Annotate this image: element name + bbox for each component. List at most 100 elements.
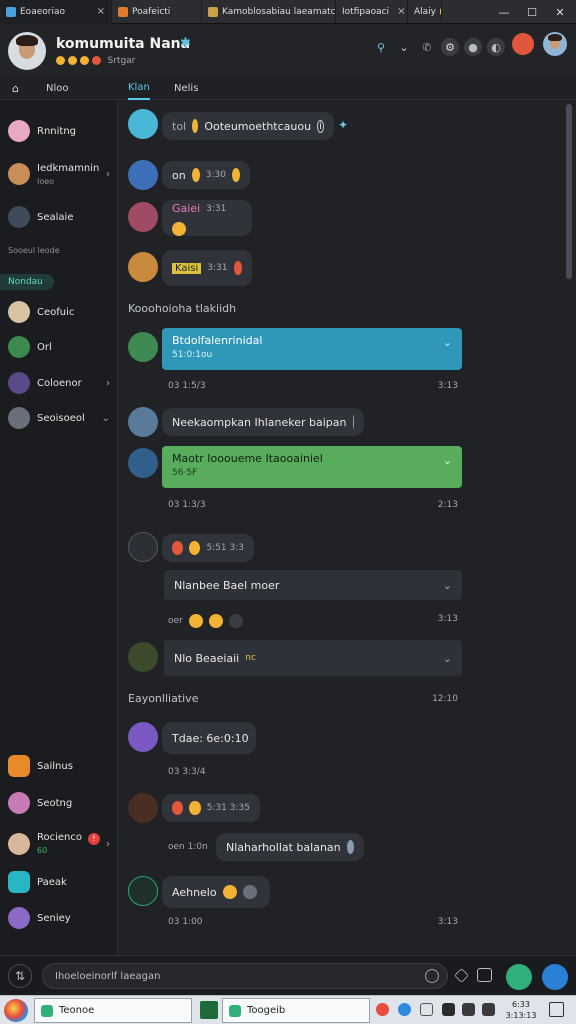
network-icon[interactable] [462, 1003, 475, 1016]
browser-tab[interactable]: Eoaeoriao × [0, 0, 112, 24]
message-avatar[interactable] [128, 876, 158, 906]
home-icon[interactable]: ⌂ [12, 76, 19, 100]
sidebar-item-ceofuic[interactable]: Ceofuic [0, 296, 118, 328]
tab-close-icon[interactable]: × [393, 6, 405, 17]
sidebar-item-rnnitng[interactable]: Rnnitng [0, 115, 118, 147]
message-bubble[interactable]: Tdae: 6e:0:10 [162, 722, 256, 754]
window-maximize-button[interactable]: ☐ [520, 0, 544, 24]
tab-close-icon[interactable]: × [93, 6, 105, 17]
sidebar-item-orl[interactable]: Orl [0, 331, 118, 363]
chevron-down-icon[interactable]: ⌄ [102, 413, 110, 424]
status-icon[interactable]: ● [464, 38, 482, 56]
system-clock[interactable]: 6:33 3:13:13 [500, 999, 542, 1021]
sidebar-item-seoisoeol[interactable]: Seoisoeol ⌄ [0, 402, 118, 434]
browser-tab[interactable]: Poafeicti [112, 0, 202, 24]
info-icon[interactable]: i [317, 119, 324, 133]
profile-avatar[interactable] [8, 32, 46, 70]
message-bubble[interactable]: Kaisi 3:31 [162, 250, 252, 286]
sidebar-item-coloenor[interactable]: Coloenor › [0, 367, 118, 399]
sidebar-item-rocienco[interactable]: Rocienco 60 ! › [0, 828, 118, 860]
pinned-message[interactable]: tol Ooteumoethtcauou i [162, 112, 334, 140]
message-avatar[interactable] [128, 532, 158, 562]
message-avatar[interactable] [128, 407, 158, 437]
nav-tab-nelis[interactable]: Nelis [174, 76, 198, 100]
message-input[interactable]: Ihoeloeinorlf laeagan [42, 963, 448, 989]
game-icon[interactable] [442, 1003, 455, 1016]
chevron-right-icon[interactable]: › [106, 378, 110, 389]
emoji-icon [233, 261, 242, 275]
sidebar-item-iedkmamnin[interactable]: Iedkmamnin Ioeo › [0, 158, 118, 190]
message-bubble[interactable]: Aehnelo [162, 876, 270, 908]
sidebar-item-seotng[interactable]: Seotng [0, 787, 118, 819]
highlight-message[interactable]: Nlo Beaeiaii nc ⌄ [164, 640, 462, 676]
sidebar-item-sealaie[interactable]: Sealaie [0, 201, 118, 233]
sidebar-section-tag[interactable]: Nondau [0, 274, 54, 290]
pin-icon[interactable]: ✦ [338, 118, 348, 132]
menu-icon[interactable]: ◐ [487, 38, 505, 56]
user-avatar[interactable] [543, 32, 567, 56]
settings-icon[interactable]: ⚙ [441, 38, 459, 56]
chevron-down-icon[interactable]: ⌄ [443, 454, 452, 467]
message-bubble[interactable]: on 3:30 [162, 161, 250, 189]
taskbar-window[interactable]: Toogeib [222, 998, 370, 1023]
channel-avatar[interactable] [128, 109, 158, 139]
sidebar-item-paeak[interactable]: Paeak [0, 866, 118, 898]
heart-icon[interactable] [228, 614, 243, 628]
notification-center-icon[interactable] [549, 1002, 564, 1017]
browser-tab[interactable]: Kamoblosabiau laeamatcs × [202, 0, 336, 24]
call-icon[interactable]: ✆ [418, 38, 436, 56]
gear-icon[interactable]: ✱ [180, 36, 194, 51]
chevron-down-icon[interactable]: ⌄ [395, 38, 413, 56]
message-avatar[interactable] [128, 332, 158, 362]
browser-icon[interactable] [376, 1003, 389, 1016]
chevron-down-icon[interactable]: ⌄ [443, 336, 452, 349]
window-close-button[interactable]: ✕ [548, 0, 572, 24]
attach-icon[interactable]: ⇅ [8, 964, 32, 988]
nav-tab-klan[interactable]: Klan [128, 76, 150, 100]
message-bubble[interactable]: Gaiei 3:31 [162, 200, 252, 236]
message-bubble[interactable]: Neekaompkan Ihlaneker baipan [162, 408, 364, 436]
pinned-label: Ooteumoethtcauou [204, 119, 312, 133]
window-minimize-button[interactable]: — [492, 0, 516, 24]
message-avatar[interactable] [128, 160, 158, 190]
start-button[interactable] [4, 999, 28, 1022]
volume-icon[interactable] [482, 1003, 495, 1016]
gif-icon[interactable] [477, 968, 492, 982]
sidebar-item-sailnus[interactable]: Sailnus [0, 750, 118, 782]
sticker-icon[interactable] [454, 968, 469, 983]
message-bubble[interactable]: Nlaharhollat balanan [216, 833, 364, 861]
chevron-right-icon[interactable]: › [106, 169, 110, 180]
message-avatar[interactable] [128, 793, 158, 823]
badge-icon [67, 56, 77, 65]
send-button[interactable] [542, 964, 568, 990]
os-taskbar: Teonoe Toogeib 6:33 3:13:13 [0, 995, 576, 1024]
nav-bar: ⌂ Nloo Klan Nelis [0, 76, 576, 100]
message-avatar[interactable] [128, 642, 158, 672]
message-bubble[interactable]: 5:31 3:35 [162, 794, 260, 822]
emoji-picker-button[interactable] [506, 964, 532, 990]
message-text: on [172, 168, 186, 182]
pin-icon[interactable]: ⚲ [372, 38, 390, 56]
sidebar-item-seniey[interactable]: Seniey [0, 902, 118, 934]
chevron-down-icon[interactable]: ⌄ [443, 652, 452, 665]
user-avatar[interactable] [512, 33, 534, 55]
chevron-right-icon[interactable]: › [106, 839, 110, 850]
message-bubble[interactable]: 5:51 3:3 [162, 534, 254, 562]
clock-icon[interactable] [425, 969, 439, 983]
browser-tab[interactable]: Iotfipaoaci × [336, 0, 408, 24]
message-avatar[interactable] [128, 722, 158, 752]
browser-icon[interactable] [398, 1003, 411, 1016]
nav-tab-nloo[interactable]: Nloo [46, 76, 69, 100]
app-icon[interactable] [200, 1001, 218, 1019]
message-avatar[interactable] [128, 202, 158, 232]
reply-message[interactable]: Nlanbee Bael moer ⌄ [164, 570, 462, 600]
message-avatar[interactable] [128, 448, 158, 478]
chevron-down-icon[interactable]: ⌄ [443, 579, 452, 592]
highlight-message[interactable]: Btdolfalenrinidal 51:0:1ou ⌄ [162, 328, 462, 370]
message-avatar[interactable] [128, 252, 158, 282]
keyboard-icon[interactable] [420, 1003, 433, 1016]
chat-scrollbar[interactable] [566, 104, 572, 279]
highlight-message[interactable]: Maotr Ioooueme Itaooainiel 56·5F ⌄ [162, 446, 462, 488]
browser-tab[interactable]: Alaiy [408, 0, 442, 24]
taskbar-window[interactable]: Teonoe [34, 998, 192, 1023]
